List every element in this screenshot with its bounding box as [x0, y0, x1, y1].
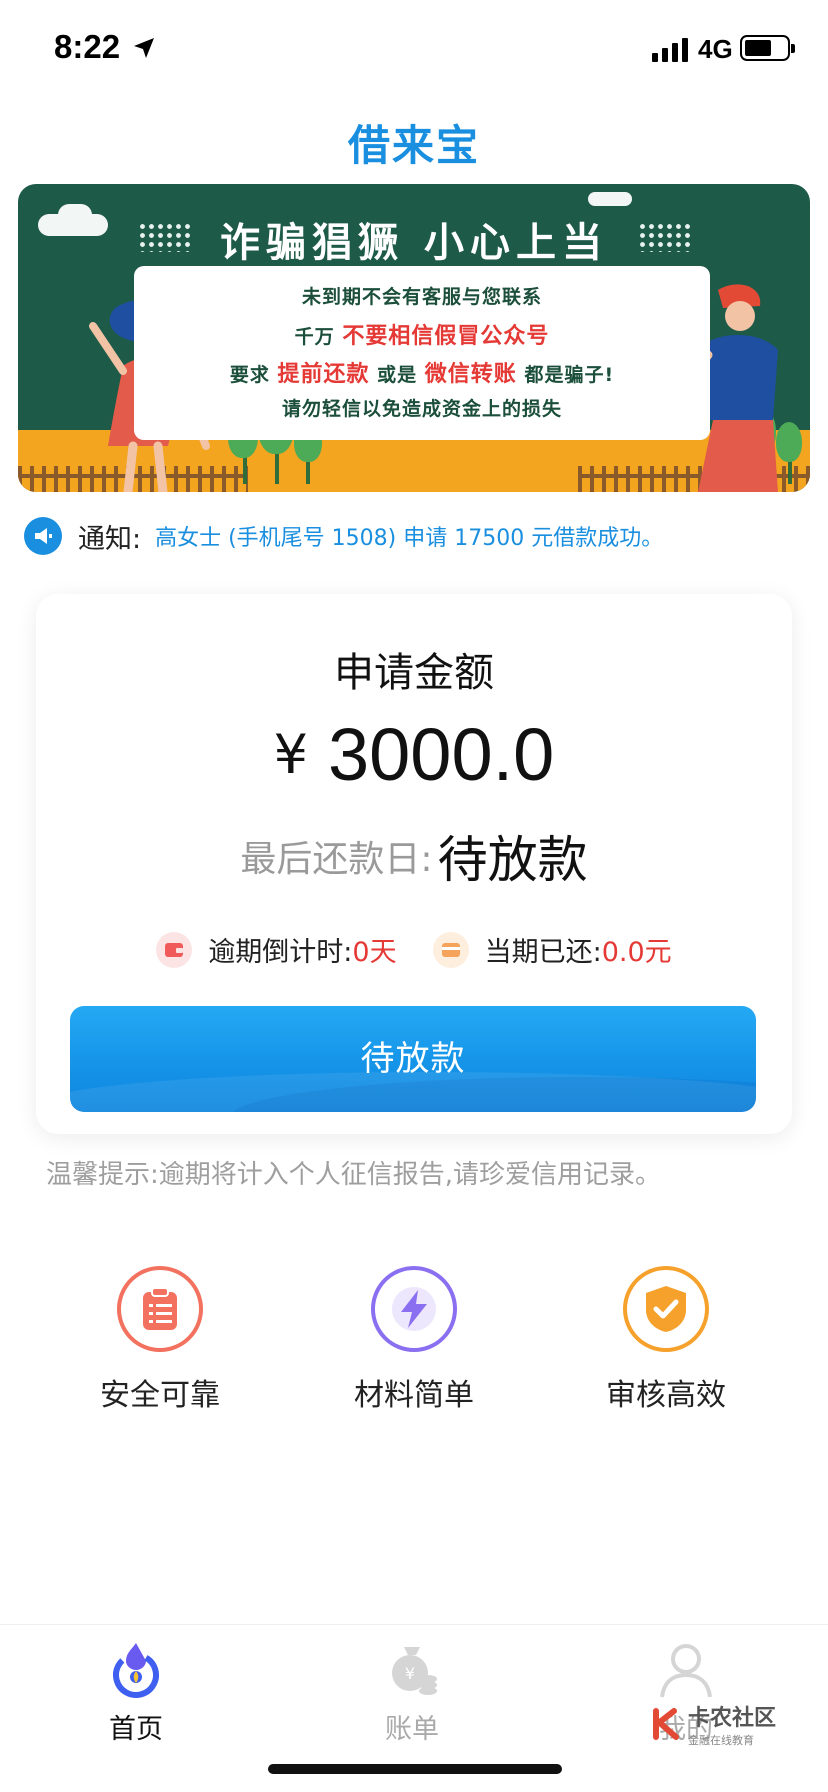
profile-icon [660, 1644, 712, 1698]
feature-label: 材料简单 [354, 1378, 474, 1413]
overdue-countdown: 逾期倒计时: 0天 [156, 930, 397, 969]
loan-amount-value: 3000.0 [328, 713, 555, 796]
cellular-signal-icon [652, 36, 688, 62]
due-date-value: 待放款 [437, 831, 588, 889]
bill-icon: ¥ [392, 1647, 437, 1695]
fraud-warning-banner[interactable]: 诈骗猖獗 小心上当 未到期不会有客服与您联系 千万 不要相信假冒公众号 要求 提… [18, 184, 810, 492]
home-icon [113, 1643, 159, 1698]
repaid-label: 当期已还: [484, 937, 602, 968]
banner-headline: 诈骗猖獗 小心上当 [220, 219, 608, 266]
tab-label: 首页 [109, 1714, 163, 1745]
clipboard-icon [117, 1266, 203, 1352]
tab-home[interactable]: 首页 [46, 1639, 226, 1746]
due-date-label: 最后还款日: [240, 839, 433, 880]
pending-disbursement-button[interactable]: 待放款 [70, 1006, 756, 1112]
watermark-logo-icon [653, 1708, 679, 1740]
tab-bill[interactable]: ¥ 账单 [322, 1639, 502, 1746]
lightning-icon [371, 1266, 457, 1352]
banner-line-3-prefix: 要求 [229, 364, 270, 386]
due-date-row: 最后还款日: 待放款 [36, 820, 792, 892]
banner-line-3-highlight-2: 微信转账 [424, 362, 517, 387]
watermark: 卡农社区 金融在线教育 [650, 1700, 776, 1748]
banner-line-4: 请勿轻信以免造成资金上的损失 [281, 398, 562, 420]
watermark-subtext: 金融在线教育 [688, 1734, 754, 1747]
status-bar: 8:22 4G [0, 0, 828, 100]
banner-line-3-highlight-1: 提前还款 [277, 362, 370, 387]
tab-label: 账单 [385, 1714, 439, 1745]
banner-line-3-mid: 或是 [377, 364, 418, 386]
notice-label: 通知: [78, 523, 142, 555]
cloud-decoration [588, 192, 632, 206]
banner-line-3-suffix: 都是骗子! [524, 364, 615, 386]
banner-message-card: 未到期不会有客服与您联系 千万 不要相信假冒公众号 要求 提前还款 或是 微信转… [134, 266, 710, 440]
card-icon [432, 931, 469, 968]
svg-text:¥: ¥ [405, 1664, 415, 1683]
notice-text: 高女士 (手机尾号 1508) 申请 17500 元借款成功。 [155, 526, 664, 551]
feature-safe[interactable]: 安全可靠 [50, 1266, 270, 1414]
status-time: 8:22 [54, 28, 121, 65]
feature-label: 安全可靠 [100, 1378, 220, 1413]
credit-tip: 温馨提示:逾期将计入个人征信报告,请珍爱信用记录。 [46, 1160, 662, 1190]
feature-simple[interactable]: 材料简单 [304, 1266, 524, 1414]
battery-icon [740, 35, 795, 61]
loan-amount: ¥3000.0 [36, 712, 792, 797]
wallet-icon [156, 931, 193, 968]
location-arrow-icon [134, 38, 154, 58]
banner-line-2-highlight: 不要相信假冒公众号 [342, 324, 550, 349]
banner-line-3: 要求 提前还款 或是 微信转账 都是骗子! [134, 356, 710, 388]
banner-line-1: 未到期不会有客服与您联系 [301, 286, 542, 308]
home-indicator[interactable] [268, 1764, 562, 1774]
notice-bar[interactable]: 通知: 高女士 (手机尾号 1508) 申请 17500 元借款成功。 [24, 514, 663, 558]
loan-card: 申请金额 ¥3000.0 最后还款日: 待放款 逾期倒计时: 0天 当期已还: … [36, 594, 792, 1134]
app-title: 借来宝 [347, 121, 480, 170]
feature-efficient[interactable]: 审核高效 [556, 1266, 776, 1414]
repaid-amount: 当期已还: 0.0元 [432, 930, 672, 969]
network-type: 4G [698, 34, 733, 64]
countdown-value: 0天 [352, 937, 397, 968]
loan-amount-title: 申请金额 [334, 650, 494, 696]
countdown-label: 逾期倒计时: [208, 937, 353, 968]
currency-symbol: ¥ [273, 723, 308, 786]
watermark-text: 卡农社区 [688, 1706, 777, 1731]
pending-disbursement-label: 待放款 [360, 1039, 466, 1079]
banner-line-2-prefix: 千万 [294, 326, 335, 348]
repaid-value: 0.0元 [601, 937, 672, 968]
feature-label: 审核高效 [606, 1378, 726, 1413]
loan-stats: 逾期倒计时: 0天 当期已还: 0.0元 [36, 930, 792, 969]
megaphone-icon [24, 517, 62, 555]
banner-line-2: 千万 不要相信假冒公众号 [134, 318, 710, 350]
shield-check-icon [623, 1266, 709, 1352]
